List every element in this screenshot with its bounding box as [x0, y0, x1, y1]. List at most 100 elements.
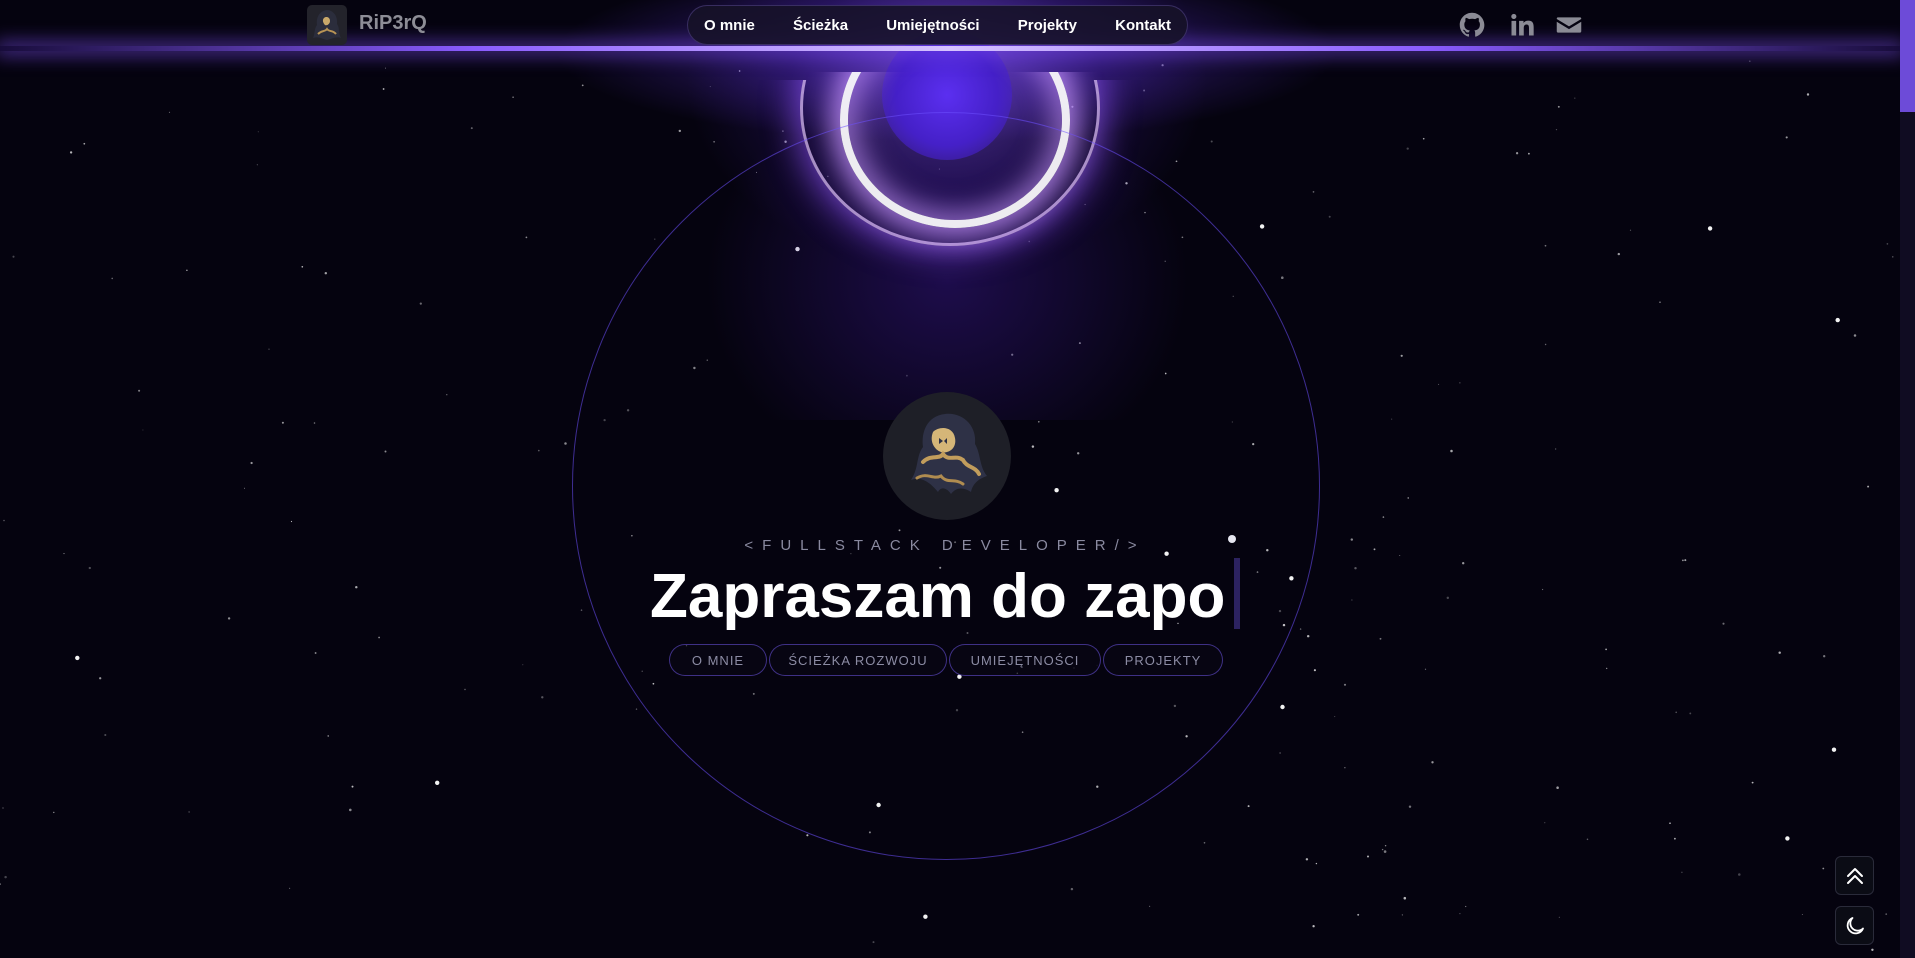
star [1867, 485, 1870, 488]
star [2, 807, 4, 809]
typing-caret [1234, 558, 1240, 629]
star [327, 735, 329, 737]
star [75, 655, 80, 661]
star [1299, 628, 1302, 630]
star [1885, 913, 1888, 915]
star [104, 733, 107, 737]
star [88, 566, 91, 570]
nav-link-about[interactable]: O mnie [704, 17, 755, 34]
star [1542, 588, 1544, 591]
star [0, 883, 1, 885]
star [1382, 516, 1385, 518]
star [1344, 767, 1346, 769]
star [250, 461, 253, 465]
avatar [883, 392, 1011, 520]
star [1312, 925, 1315, 928]
role-subtitle: <FULLSTACK DEVELOPER/> [744, 537, 1146, 554]
star [1682, 559, 1684, 562]
star [1366, 855, 1370, 858]
star [580, 609, 583, 611]
star [1785, 836, 1790, 841]
star [1313, 669, 1316, 672]
github-icon[interactable] [1458, 11, 1486, 39]
orbit-dot [1228, 535, 1236, 543]
pill-about[interactable]: O MNIE [669, 644, 767, 676]
logo[interactable] [307, 5, 347, 45]
star [1586, 838, 1589, 841]
star [464, 688, 466, 691]
star [1070, 887, 1074, 891]
star [290, 520, 293, 523]
star [1203, 841, 1206, 844]
star [1871, 948, 1874, 951]
star [142, 429, 144, 431]
star [188, 811, 190, 813]
star [635, 708, 638, 710]
star [1403, 896, 1407, 900]
hero-headline: Zapraszam do zapo [650, 562, 1226, 631]
star [1399, 554, 1401, 557]
star [1684, 559, 1687, 562]
section-pills: O MNIE ŚCIEŻKA ROZWOJU UMIEJĘTNOŚCI PROJ… [669, 644, 1223, 676]
star [872, 941, 875, 944]
star [1384, 844, 1387, 847]
star [1675, 711, 1677, 714]
star [1831, 747, 1837, 752]
star [351, 785, 354, 788]
star [1738, 873, 1741, 876]
star [378, 636, 380, 639]
star [1722, 622, 1725, 625]
star [289, 887, 291, 890]
star [1247, 805, 1250, 808]
star [227, 617, 231, 620]
star [1674, 837, 1676, 840]
nav-link-path[interactable]: Ścieżka [793, 17, 848, 34]
pill-skills[interactable]: UMIEJĘTNOŚCI [949, 644, 1101, 676]
scroll-top-button[interactable] [1835, 856, 1874, 895]
star [541, 696, 544, 699]
star [53, 811, 55, 814]
star [281, 421, 284, 424]
star [1148, 905, 1151, 908]
nav-link-projects[interactable]: Projekty [1018, 17, 1077, 34]
pill-development-path[interactable]: ŚCIEŻKA ROZWOJU [769, 644, 947, 676]
brand-name[interactable]: RiP3rQ [359, 12, 427, 35]
star [1401, 914, 1404, 916]
star [4, 875, 7, 879]
star [1689, 712, 1692, 715]
scrollbar-thumb[interactable] [1900, 0, 1915, 112]
moon-icon [1846, 916, 1864, 934]
double-chevron-up-icon [1846, 867, 1863, 884]
star [314, 652, 317, 654]
star [1383, 850, 1387, 853]
nav-link-skills[interactable]: Umiejętności [886, 17, 979, 34]
star [1801, 913, 1803, 916]
mail-icon[interactable] [1555, 11, 1583, 39]
star [1354, 566, 1357, 570]
star [435, 780, 440, 785]
nav-link-contact[interactable]: Kontakt [1115, 17, 1171, 34]
theme-toggle-button[interactable] [1835, 906, 1874, 945]
star [1822, 867, 1825, 870]
star [1343, 683, 1347, 686]
star [1279, 752, 1281, 754]
star [1450, 449, 1453, 453]
star [1315, 862, 1318, 865]
star [1424, 668, 1427, 670]
linkedin-icon[interactable] [1508, 11, 1536, 39]
star [1558, 916, 1560, 918]
scrollbar-track[interactable] [1900, 0, 1915, 958]
star [243, 487, 246, 489]
star [1669, 822, 1671, 824]
star [1605, 648, 1607, 651]
reaper-avatar-icon [911, 413, 987, 494]
star [1606, 667, 1608, 670]
star [1306, 634, 1310, 638]
star [1305, 858, 1309, 861]
star [1280, 704, 1285, 710]
pill-projects[interactable]: PROJEKTY [1103, 644, 1223, 676]
star [1556, 786, 1559, 789]
star [1555, 448, 1557, 450]
reaper-logo-icon [313, 10, 341, 40]
star [3, 519, 5, 522]
